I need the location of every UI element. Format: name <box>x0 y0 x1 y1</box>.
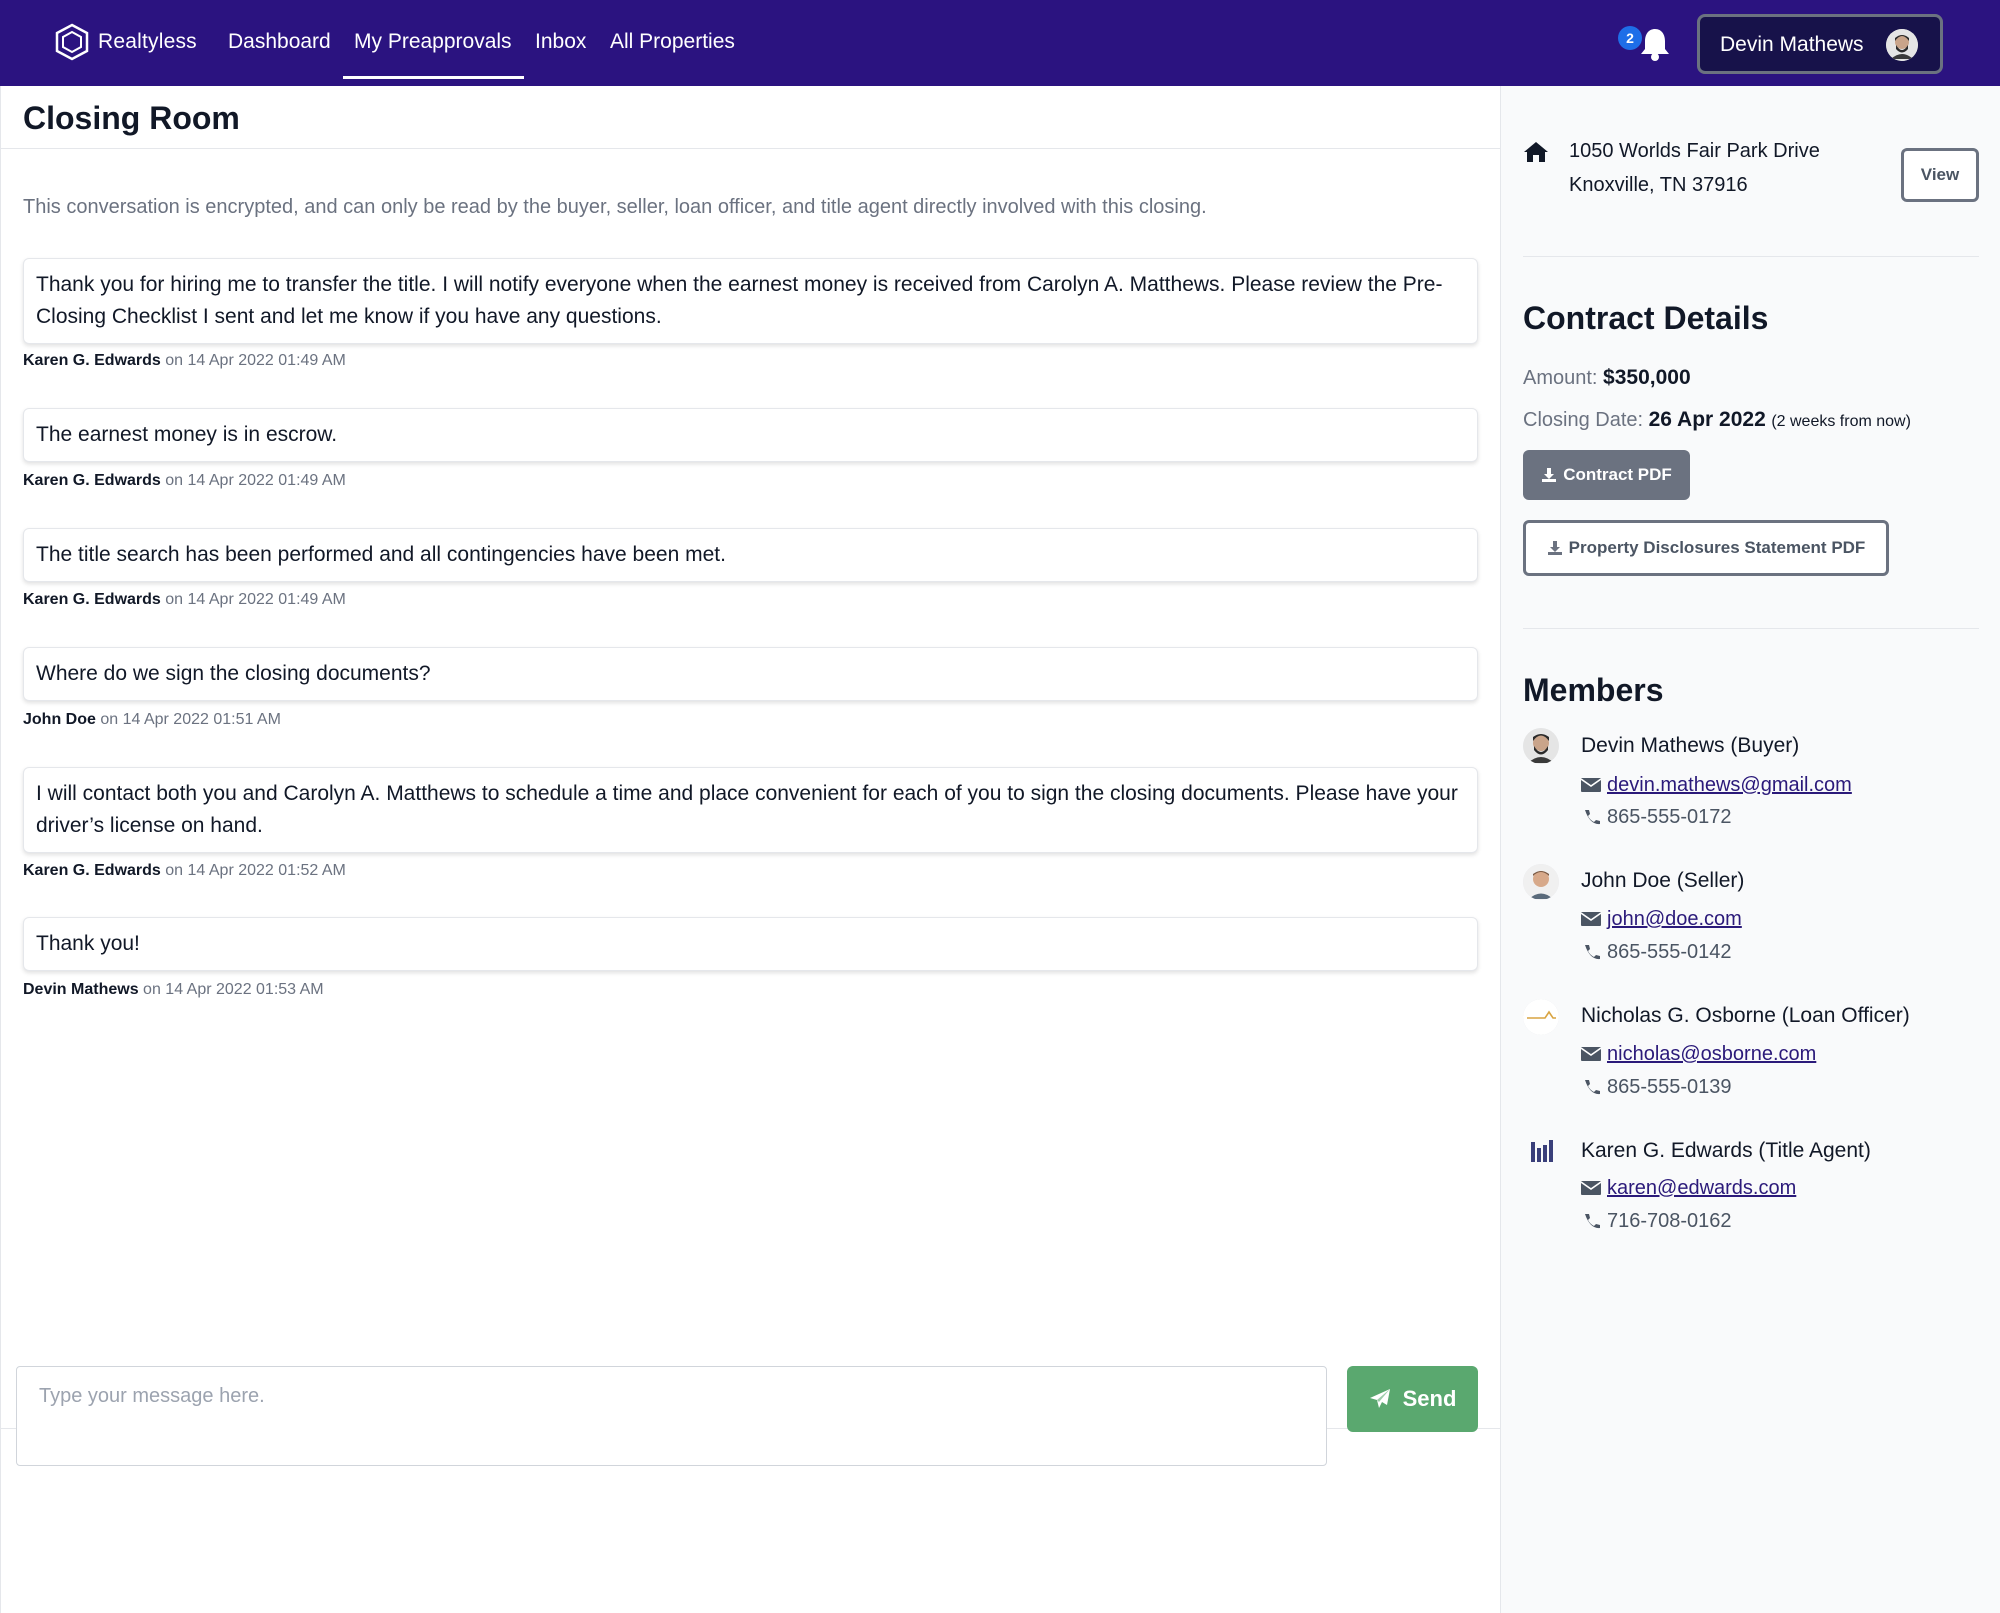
member-phone-value: 716-708-0162 <box>1607 1210 1732 1232</box>
paper-plane-icon <box>1369 1389 1390 1408</box>
member-phone: 716-708-0162 <box>1581 1210 1732 1233</box>
home-icon <box>1524 142 1548 162</box>
member-email-link[interactable]: john@doe.com <box>1607 908 1742 930</box>
address-line-2: Knoxville, TN 37916 <box>1569 174 1748 196</box>
brand-name: Realtyless <box>98 30 197 53</box>
notification-badge: 2 <box>1618 26 1642 50</box>
member-email: karen@edwards.com <box>1581 1177 1796 1200</box>
closing-date-value: 26 Apr 2022 <box>1648 408 1766 431</box>
contract-pdf-button[interactable]: Contract PDF <box>1523 450 1690 500</box>
message-input[interactable] <box>16 1366 1327 1466</box>
member-name: Karen G. Edwards (Title Agent) <box>1581 1139 1871 1162</box>
divider <box>1523 628 1979 629</box>
message-bubble: The title search has been performed and … <box>23 528 1478 582</box>
phone-icon <box>1585 810 1600 825</box>
send-button[interactable]: Send <box>1347 1366 1478 1432</box>
envelope-icon <box>1581 778 1601 792</box>
message-author: Karen G. Edwards <box>23 472 161 489</box>
contract-pdf-label: Contract PDF <box>1563 465 1672 484</box>
nav-dashboard[interactable]: Dashboard <box>228 30 331 54</box>
closing-date-label: Closing Date: <box>1523 409 1644 431</box>
member-email-link[interactable]: devin.mathews@gmail.com <box>1607 774 1852 796</box>
disclosures-pdf-button[interactable]: Property Disclosures Statement PDF <box>1523 520 1889 576</box>
message-timestamp: on 14 Apr 2022 01:53 AM <box>143 981 324 998</box>
divider <box>1523 256 1979 257</box>
nav-inbox[interactable]: Inbox <box>535 30 586 54</box>
member-email: nicholas@osborne.com <box>1581 1043 1816 1066</box>
member-phone: 865-555-0139 <box>1581 1076 1732 1099</box>
download-icon <box>1547 541 1562 555</box>
message-meta: Devin Mathews on 14 Apr 2022 01:53 AM <box>23 981 324 999</box>
user-avatar <box>1886 29 1918 61</box>
member-avatar <box>1523 999 1559 1035</box>
message-meta: John Doe on 14 Apr 2022 01:51 AM <box>23 711 281 729</box>
envelope-icon <box>1581 1047 1601 1061</box>
member-phone-value: 865-555-0139 <box>1607 1076 1732 1098</box>
closing-details-sidebar: 1050 Worlds Fair Park Drive Knoxville, T… <box>1500 86 2000 1613</box>
members-heading: Members <box>1523 672 1664 708</box>
message-meta: Karen G. Edwards on 14 Apr 2022 01:52 AM <box>23 862 346 880</box>
message-timestamp: on 14 Apr 2022 01:52 AM <box>165 862 346 879</box>
bell-icon[interactable] <box>1638 26 1672 62</box>
message-bubble: Thank you for hiring me to transfer the … <box>23 258 1478 344</box>
message-bubble: I will contact both you and Carolyn A. M… <box>23 767 1478 853</box>
phone-icon <box>1585 945 1600 960</box>
amount-value: $350,000 <box>1603 366 1691 389</box>
member-email-link[interactable]: nicholas@osborne.com <box>1607 1043 1816 1065</box>
message-author: Karen G. Edwards <box>23 352 161 369</box>
divider <box>1 148 1501 149</box>
member-email: devin.mathews@gmail.com <box>1581 774 1852 797</box>
message-timestamp: on 14 Apr 2022 01:51 AM <box>100 711 281 728</box>
message-meta: Karen G. Edwards on 14 Apr 2022 01:49 AM <box>23 591 346 609</box>
top-navbar: Realtyless Dashboard My Preapprovals Inb… <box>0 0 2000 86</box>
user-menu-button[interactable]: Devin Mathews <box>1697 14 1943 74</box>
brand-logo[interactable]: Realtyless <box>54 22 197 62</box>
message-timestamp: on 14 Apr 2022 01:49 AM <box>165 352 346 369</box>
message-bubble: Where do we sign the closing documents? <box>23 647 1478 701</box>
member-avatar <box>1523 864 1559 900</box>
encryption-notice: This conversation is encrypted, and can … <box>23 196 1207 218</box>
nav-my-preapprovals[interactable]: My Preapprovals <box>354 30 512 54</box>
message-author: Karen G. Edwards <box>23 591 161 608</box>
disclosures-pdf-label: Property Disclosures Statement PDF <box>1568 538 1866 557</box>
member-name: Nicholas G. Osborne (Loan Officer) <box>1581 1004 1910 1027</box>
contract-amount: Amount: $350,000 <box>1523 366 1691 390</box>
download-icon <box>1542 468 1557 482</box>
member-name: John Doe (Seller) <box>1581 869 1745 892</box>
message-bubble: Thank you! <box>23 917 1478 971</box>
amount-label: Amount: <box>1523 367 1598 389</box>
view-property-button[interactable]: View <box>1901 148 1979 202</box>
message-author: Devin Mathews <box>23 981 139 998</box>
member-phone: 865-555-0172 <box>1581 806 1732 829</box>
envelope-icon <box>1581 912 1601 926</box>
phone-icon <box>1585 1080 1600 1095</box>
closing-date-note: (2 weeks from now) <box>1771 413 1911 430</box>
member-avatar <box>1523 728 1559 764</box>
phone-icon <box>1585 1214 1600 1229</box>
user-name: Devin Mathews <box>1720 33 1864 56</box>
message-author: Karen G. Edwards <box>23 862 161 879</box>
nav-all-properties[interactable]: All Properties <box>610 30 735 54</box>
envelope-icon <box>1581 1181 1601 1195</box>
message-bubble: The earnest money is in escrow. <box>23 408 1478 462</box>
member-name: Devin Mathews (Buyer) <box>1581 734 1800 757</box>
send-label: Send <box>1402 1386 1457 1411</box>
hexagon-logo-icon <box>55 23 89 61</box>
message-timestamp: on 14 Apr 2022 01:49 AM <box>165 591 346 608</box>
page-title: Closing Room <box>23 100 240 136</box>
message-meta: Karen G. Edwards on 14 Apr 2022 01:49 AM <box>23 352 346 370</box>
member-phone-value: 865-555-0142 <box>1607 941 1732 963</box>
member-email: john@doe.com <box>1581 908 1742 931</box>
member-avatar <box>1523 1134 1559 1170</box>
active-nav-indicator <box>343 76 524 79</box>
address-line-1: 1050 Worlds Fair Park Drive <box>1569 140 1820 162</box>
message-author: John Doe <box>23 711 96 728</box>
member-email-link[interactable]: karen@edwards.com <box>1607 1177 1796 1199</box>
message-timestamp: on 14 Apr 2022 01:49 AM <box>165 472 346 489</box>
closing-date: Closing Date: 26 Apr 2022 (2 weeks from … <box>1523 408 1911 432</box>
contract-details-heading: Contract Details <box>1523 300 1769 336</box>
member-phone-value: 865-555-0172 <box>1607 806 1732 828</box>
member-phone: 865-555-0142 <box>1581 941 1732 964</box>
message-meta: Karen G. Edwards on 14 Apr 2022 01:49 AM <box>23 472 346 490</box>
